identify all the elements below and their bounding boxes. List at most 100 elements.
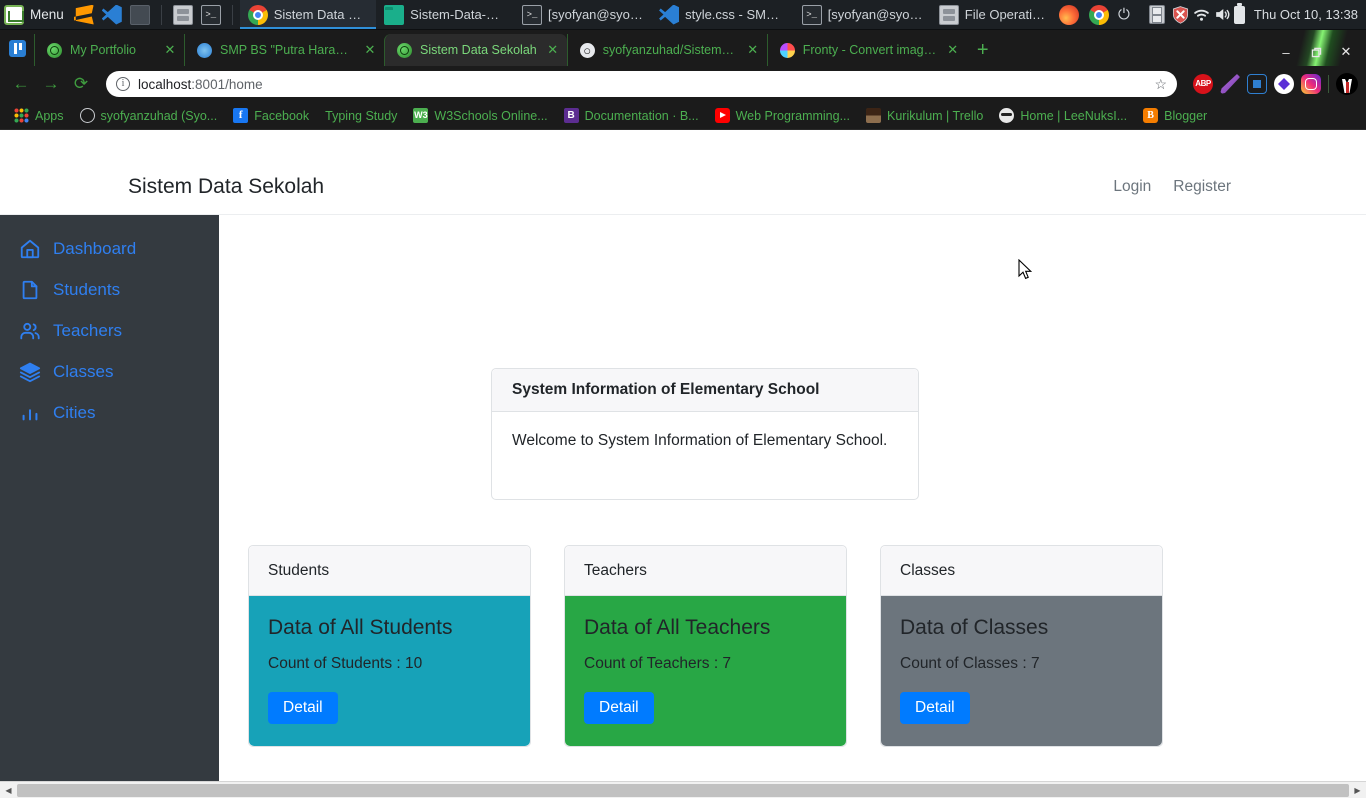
- bookmark-web-programming[interactable]: Web Programming...: [707, 105, 858, 127]
- forward-button[interactable]: →: [38, 71, 64, 97]
- adblock-plus-icon[interactable]: ABP: [1193, 74, 1213, 94]
- sidebar-item-label: Cities: [53, 402, 96, 422]
- close-icon[interactable]: ✕: [945, 42, 961, 58]
- sidebar-item-dashboard[interactable]: Dashboard: [0, 228, 219, 269]
- battery-icon[interactable]: [1233, 2, 1245, 24]
- taskbar-task-chrome[interactable]: Sistem Data Se...: [239, 0, 377, 29]
- maximize-button[interactable]: [1308, 44, 1324, 60]
- window-launcher-icon[interactable]: [129, 4, 150, 25]
- taskbar-task-folder[interactable]: Sistem-Data-Se...: [376, 0, 514, 29]
- new-tab-button[interactable]: +: [967, 34, 999, 66]
- blogger-icon: B: [1143, 108, 1159, 123]
- sidebar-item-teachers[interactable]: Teachers: [0, 310, 219, 351]
- bookmark-leenuksi[interactable]: Home | LeeNuksI...: [991, 105, 1135, 127]
- minimize-button[interactable]: –: [1278, 44, 1294, 60]
- clock[interactable]: Thu Oct 10, 13:38: [1254, 7, 1358, 22]
- register-link[interactable]: Register: [1173, 178, 1231, 196]
- firefox-icon[interactable]: [1058, 4, 1079, 25]
- close-icon[interactable]: ✕: [362, 42, 378, 58]
- bookmark-github-profile[interactable]: syofyanzuhad (Syo...: [72, 105, 226, 127]
- bookmark-bootstrap-docs[interactable]: B Documentation · B...: [556, 105, 707, 127]
- taskbar-task-label: Sistem Data Se...: [273, 7, 369, 22]
- stat-card-students: Students Data of All Students Count of S…: [248, 545, 531, 747]
- close-window-button[interactable]: ✕: [1338, 44, 1354, 60]
- vscode-launcher-icon[interactable]: [101, 4, 122, 25]
- file-cabinet-icon[interactable]: [1148, 5, 1165, 24]
- info-card-title: System Information of Elementary School: [512, 381, 820, 398]
- taskbar-task-terminal-1[interactable]: >_ [syofyan@syofy...: [514, 0, 651, 29]
- close-icon[interactable]: ✕: [545, 42, 561, 58]
- volume-icon[interactable]: [1213, 5, 1232, 24]
- detail-button-students[interactable]: Detail: [268, 692, 338, 724]
- tab-my-portfolio[interactable]: My Portfolio ✕: [34, 34, 184, 66]
- bookmark-trello[interactable]: Kurikulum | Trello: [858, 105, 991, 127]
- stat-card-body: Data of All Students Count of Students :…: [249, 596, 530, 746]
- bookmark-typing-study[interactable]: Typing Study: [317, 105, 405, 127]
- tab-fronty[interactable]: Fronty - Convert image to HT ✕: [766, 34, 967, 66]
- bookmark-facebook[interactable]: f Facebook: [225, 105, 317, 127]
- tab-github-repo[interactable]: syofyanzuhad/Sistem-Data-S ✕: [566, 34, 767, 66]
- sidebar-item-cities[interactable]: Cities: [0, 392, 219, 433]
- feather-extension-icon[interactable]: [1220, 74, 1240, 94]
- horizontal-scrollbar[interactable]: ◀ ▶: [0, 781, 1366, 798]
- profile-avatar[interactable]: [1336, 73, 1358, 95]
- w3schools-icon: W3: [413, 108, 429, 123]
- scrollbar-thumb[interactable]: [17, 784, 1349, 797]
- close-icon[interactable]: ✕: [162, 42, 178, 58]
- shield-icon[interactable]: [1171, 5, 1190, 24]
- grid-extension-icon[interactable]: [1247, 74, 1267, 94]
- file-manager-icon[interactable]: [172, 4, 193, 25]
- info-icon[interactable]: i: [116, 77, 130, 91]
- tab-title: Sistem Data Sekolah: [420, 43, 537, 57]
- address-bar[interactable]: i localhost:8001/home ☆: [106, 71, 1177, 97]
- back-button[interactable]: ←: [8, 71, 34, 97]
- bookmark-apps[interactable]: Apps: [6, 105, 72, 127]
- os-taskbar: Menu >_ Sistem Data Se... Sistem-Data-Se…: [0, 0, 1366, 30]
- toolbar-divider: [1328, 75, 1329, 93]
- close-icon[interactable]: ✕: [745, 42, 761, 58]
- scroll-left-arrow[interactable]: ◀: [0, 782, 17, 798]
- bookmark-label: Home | LeeNuksI...: [1020, 108, 1128, 123]
- page-title[interactable]: Sistem Data Sekolah: [128, 175, 324, 199]
- sidebar-item-label: Students: [53, 279, 121, 299]
- tab-sistem-data-sekolah[interactable]: Sistem Data Sekolah ✕: [384, 34, 567, 66]
- tab-title: Fronty - Convert image to HT: [802, 43, 937, 57]
- bookmark-label: Typing Study: [325, 108, 398, 123]
- reload-button[interactable]: ⟳: [68, 71, 94, 97]
- apps-grid-icon: [14, 108, 29, 123]
- stat-card-body: Data of Classes Count of Classes : 7 Det…: [881, 596, 1162, 746]
- sublime-text-launcher-icon[interactable]: [73, 4, 94, 25]
- sidebar-item-students[interactable]: Students: [0, 269, 219, 310]
- gear-icon: [197, 42, 212, 58]
- tab-search-button[interactable]: [0, 30, 34, 66]
- detail-button-classes[interactable]: Detail: [900, 692, 970, 724]
- chrome-browser-window: My Portfolio ✕ SMP BS "Putra Harapan" ✕ …: [0, 30, 1366, 798]
- bookmark-blogger[interactable]: B Blogger: [1135, 105, 1215, 127]
- detail-button-teachers[interactable]: Detail: [584, 692, 654, 724]
- power-icon[interactable]: ⏻: [1115, 6, 1133, 24]
- login-link[interactable]: Login: [1113, 178, 1151, 196]
- browser-toolbar: ← → ⟳ i localhost:8001/home ☆ ABP: [0, 66, 1366, 102]
- terminal-icon[interactable]: >_: [200, 4, 221, 25]
- scroll-right-arrow[interactable]: ▶: [1349, 782, 1366, 798]
- bookmark-w3schools[interactable]: W3 W3Schools Online...: [405, 105, 555, 127]
- star-icon[interactable]: ☆: [1154, 76, 1167, 93]
- bookmark-label: syofyanzuhad (Syo...: [100, 108, 218, 123]
- taskbar-task-vscode[interactable]: style.css - SMP_...: [651, 0, 794, 29]
- url-text: localhost:8001/home: [138, 76, 263, 92]
- stat-cards-row: Students Data of All Students Count of S…: [248, 545, 1190, 747]
- taskbar-task-file-operations[interactable]: File Operations: [931, 0, 1055, 29]
- taskbar-task-label: [syofyan@syofy...: [547, 7, 644, 22]
- taskbar-task-terminal-2[interactable]: >_ [syofyan@syofy...: [794, 0, 931, 29]
- stat-card-header-label: Teachers: [584, 561, 647, 579]
- tab-smp-bs-putra-harapan[interactable]: SMP BS "Putra Harapan" ✕: [184, 34, 384, 66]
- document-icon: [22, 280, 38, 299]
- instagram-extension-icon[interactable]: [1301, 74, 1321, 94]
- wifi-icon[interactable]: [1192, 5, 1211, 24]
- stat-card-classes: Classes Data of Classes Count of Classes…: [880, 545, 1163, 747]
- chrome-tray-icon[interactable]: [1088, 4, 1109, 25]
- sidebar-item-classes[interactable]: Classes: [0, 351, 219, 392]
- start-menu-button[interactable]: Menu: [0, 0, 70, 29]
- globe-icon: [397, 42, 412, 58]
- diamond-extension-icon[interactable]: [1274, 74, 1294, 94]
